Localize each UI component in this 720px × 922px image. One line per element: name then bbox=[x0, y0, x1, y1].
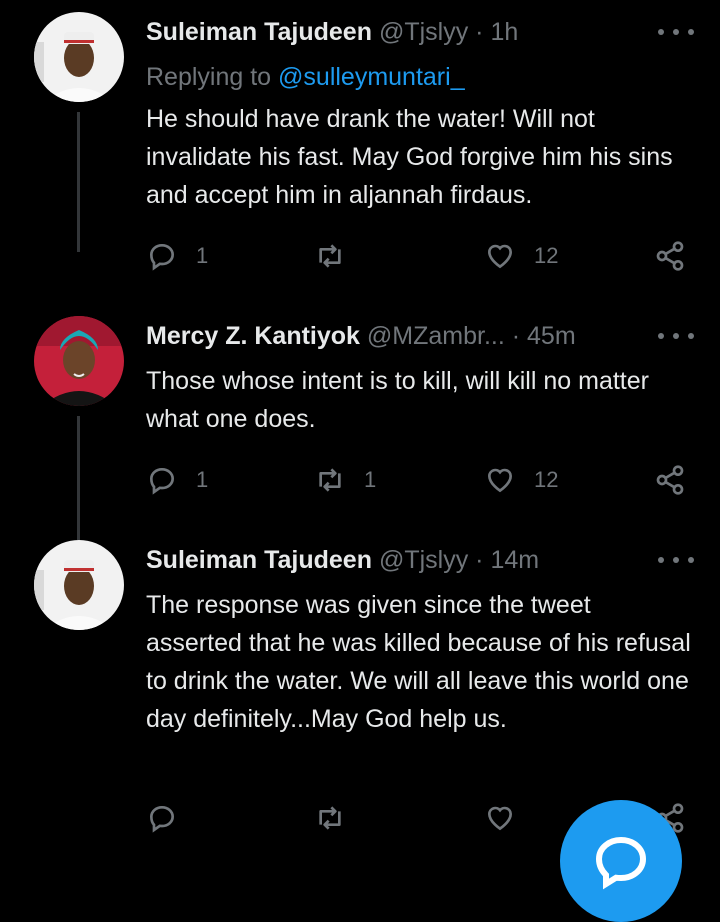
heart-icon bbox=[487, 806, 513, 831]
heart-icon bbox=[487, 244, 513, 269]
tweet-text: Those whose intent is to kill, will kill… bbox=[146, 367, 649, 433]
reply-icon bbox=[149, 243, 175, 271]
reply-count: 1 bbox=[196, 243, 209, 268]
retweet-button[interactable] bbox=[314, 236, 364, 276]
like-button[interactable]: 12 bbox=[484, 236, 558, 276]
like-button[interactable] bbox=[484, 798, 534, 838]
tweet-actions: 1 12 bbox=[146, 236, 696, 276]
thread-line bbox=[77, 112, 80, 252]
separator: · bbox=[475, 546, 484, 574]
share-icon bbox=[656, 465, 684, 495]
retweet-icon bbox=[319, 806, 341, 830]
like-count: 12 bbox=[534, 243, 559, 268]
heart-icon bbox=[487, 468, 513, 493]
avatar[interactable] bbox=[34, 540, 124, 630]
author-name[interactable]: Suleiman Tajudeen bbox=[146, 18, 372, 46]
avatar[interactable] bbox=[34, 12, 124, 102]
more-icon[interactable] bbox=[658, 540, 694, 580]
share-button[interactable] bbox=[654, 236, 686, 276]
author-handle[interactable]: @MZambr... bbox=[367, 322, 505, 350]
reply-button[interactable]: 1 bbox=[146, 236, 208, 276]
more-icon[interactable] bbox=[658, 316, 694, 356]
separator: · bbox=[475, 18, 484, 46]
like-button[interactable]: 12 bbox=[484, 460, 558, 500]
reply-count: 1 bbox=[196, 467, 209, 492]
timestamp[interactable]: 1h bbox=[490, 18, 518, 46]
timestamp[interactable]: 14m bbox=[490, 546, 539, 574]
tweet-text: He should have drank the water! Will not… bbox=[146, 105, 673, 209]
author-handle[interactable]: @Tjslyy bbox=[379, 546, 468, 574]
reply-button[interactable]: 1 bbox=[146, 460, 208, 500]
tweet-header: Suleiman Tajudeen @Tjslyy · 1h bbox=[146, 12, 690, 52]
replying-prefix: Replying to bbox=[146, 63, 279, 91]
tweet-header: Suleiman Tajudeen @Tjslyy · 14m bbox=[146, 540, 690, 580]
retweet-icon bbox=[319, 468, 341, 492]
retweet-button[interactable]: 1 bbox=[314, 460, 376, 500]
replying-to: Replying to @sulleymuntari_ bbox=[146, 58, 465, 96]
timestamp[interactable]: 45m bbox=[527, 322, 576, 350]
reply-button[interactable] bbox=[146, 798, 196, 838]
compose-button[interactable] bbox=[560, 800, 682, 922]
retweet-icon bbox=[319, 244, 341, 268]
replying-handle-link[interactable]: @sulleymuntari_ bbox=[278, 63, 465, 91]
like-count: 12 bbox=[534, 467, 559, 492]
more-icon[interactable] bbox=[658, 12, 694, 52]
author-name[interactable]: Suleiman Tajudeen bbox=[146, 546, 372, 574]
retweet-button[interactable] bbox=[314, 798, 364, 838]
author-name[interactable]: Mercy Z. Kantiyok bbox=[146, 322, 360, 350]
compose-icon bbox=[595, 836, 647, 890]
reply-icon bbox=[149, 467, 175, 495]
share-icon bbox=[656, 241, 684, 271]
thread-line bbox=[77, 416, 80, 540]
share-button[interactable] bbox=[654, 460, 686, 500]
tweet-text: The response was given since the tweet a… bbox=[146, 591, 691, 733]
tweet-header: Mercy Z. Kantiyok @MZambr... · 45m bbox=[146, 316, 690, 356]
tweet-actions: 1 1 12 bbox=[146, 460, 696, 500]
retweet-count: 1 bbox=[364, 467, 377, 492]
reply-icon bbox=[149, 805, 175, 833]
separator: · bbox=[511, 322, 521, 350]
author-handle[interactable]: @Tjslyy bbox=[379, 18, 468, 46]
avatar[interactable] bbox=[34, 316, 124, 406]
